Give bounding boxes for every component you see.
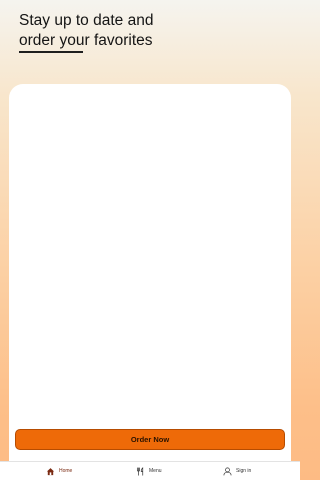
order-now-button[interactable]: Order Now — [15, 429, 285, 450]
title-underline — [19, 51, 83, 53]
nav-item-menu[interactable]: Menu — [136, 466, 162, 477]
nav-item-home[interactable]: Home — [46, 466, 72, 477]
page-title-line-1: Stay up to date and — [19, 12, 154, 29]
page-title: Stay up to date and order your favorites — [19, 11, 279, 51]
nav-item-sign-in[interactable]: Sign in — [223, 466, 251, 477]
nav-item-sign-in-label: Sign in — [236, 468, 252, 474]
user-icon — [223, 467, 232, 476]
fork-knife-icon — [136, 467, 145, 476]
home-icon — [46, 467, 55, 476]
bottom-navigation: Home Menu Sign in — [0, 461, 300, 480]
content-card — [9, 84, 291, 480]
nav-item-menu-label: Menu — [149, 468, 162, 474]
nav-item-home-label: Home — [59, 468, 73, 474]
page-title-line-2: order your favorites — [19, 32, 153, 49]
